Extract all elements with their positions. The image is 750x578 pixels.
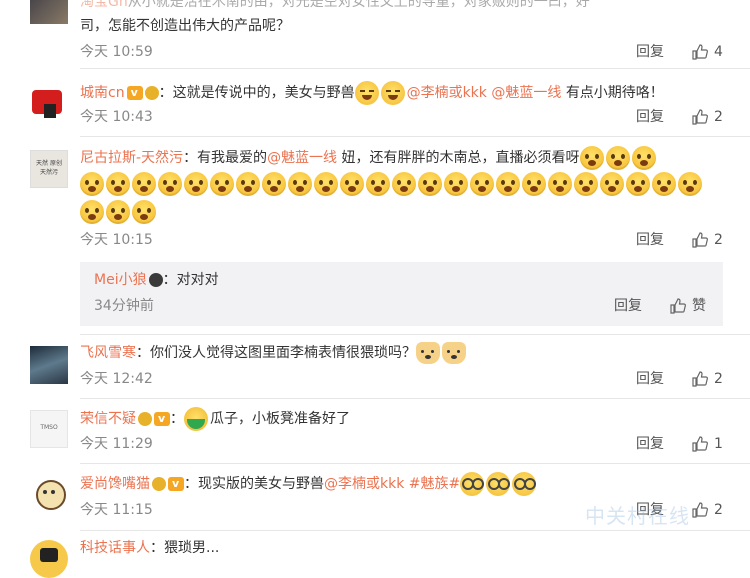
username[interactable]: 科技话事人 bbox=[80, 540, 150, 556]
mention-link[interactable]: @魅蓝一线 bbox=[267, 150, 337, 166]
avatar[interactable] bbox=[30, 0, 68, 24]
like-button[interactable]: 2 bbox=[692, 369, 723, 389]
like-button[interactable]: 2 bbox=[692, 107, 723, 127]
like-button[interactable]: 2 bbox=[692, 230, 723, 250]
mention-link[interactable]: @李楠或kkk bbox=[407, 85, 487, 101]
timestamp: 今天 10:43 bbox=[80, 109, 153, 125]
username[interactable]: 尼古拉斯-天然污 bbox=[80, 150, 183, 166]
divider bbox=[80, 68, 750, 69]
thumbs-up-icon bbox=[692, 232, 708, 248]
laugh-emoji-icon bbox=[354, 81, 379, 105]
timestamp: 今天 12:42 bbox=[80, 371, 153, 387]
divider bbox=[80, 136, 750, 137]
comment-text: 爱尚馋嘴猫：现实版的美女与野兽@李楠或kkk #魅族# bbox=[80, 472, 538, 496]
comment-text: 淘宝Gn从小就是活在木南的由，对光是空对女性又上的导重，对家贩则的一曰，好 bbox=[80, 0, 590, 12]
vip-badge-icon bbox=[126, 83, 143, 103]
medal-badge-icon bbox=[138, 412, 152, 426]
timestamp: 今天 11:29 bbox=[80, 436, 153, 452]
thumbs-up-icon bbox=[692, 502, 708, 518]
topic-link[interactable]: #魅族# bbox=[409, 476, 460, 492]
timestamp: 今天 10:59 bbox=[80, 44, 153, 60]
like-count: 2 bbox=[714, 232, 723, 248]
divider bbox=[80, 463, 750, 464]
like-button[interactable]: 2 bbox=[692, 500, 723, 520]
like-label: 赞 bbox=[692, 298, 706, 314]
reply-button[interactable]: 回复 bbox=[636, 107, 664, 127]
like-button[interactable]: 4 bbox=[692, 42, 723, 62]
comment-text: 荣信不疑：瓜子，小板凳准备好了 bbox=[80, 407, 350, 431]
divider bbox=[80, 334, 750, 335]
face-emoji-icon bbox=[605, 146, 630, 170]
reply-button[interactable]: 回复 bbox=[614, 296, 642, 316]
like-button[interactable]: 赞 bbox=[670, 296, 706, 316]
comment-text: 科技话事人：猥琐男... bbox=[80, 540, 220, 556]
face-emoji-icon bbox=[631, 146, 656, 170]
timestamp: 34分钟前 bbox=[94, 298, 154, 314]
thumbs-up-icon bbox=[692, 109, 708, 125]
thumbs-up-icon bbox=[692, 436, 708, 452]
divider bbox=[80, 398, 750, 399]
username[interactable]: 飞风雪寒 bbox=[80, 345, 136, 361]
medal-badge-icon bbox=[152, 477, 166, 491]
divider bbox=[80, 530, 750, 531]
vip-badge-icon bbox=[168, 474, 184, 494]
mention-link[interactable]: @李楠或kkk bbox=[324, 476, 404, 492]
glasses-emoji-icon bbox=[512, 472, 537, 496]
avatar[interactable] bbox=[30, 82, 68, 120]
face-emoji-icon bbox=[579, 146, 604, 170]
username[interactable]: 爱尚馋嘴猫 bbox=[80, 476, 150, 492]
like-count: 1 bbox=[714, 436, 723, 452]
comment-text: 城南cn：这就是传说中的，美女与野兽@李楠或kkk @魅蓝一线 有点小期待咯！ bbox=[80, 81, 664, 105]
comment-text: Mei小狼 ：对对对 bbox=[94, 272, 219, 288]
avatar[interactable] bbox=[30, 476, 68, 514]
melon-emoji-icon bbox=[184, 407, 208, 431]
mention-link[interactable]: @魅蓝一线 bbox=[491, 85, 561, 101]
medal-badge-icon bbox=[144, 86, 159, 100]
reply-button[interactable]: 回复 bbox=[636, 42, 664, 62]
username[interactable]: 城南cn bbox=[80, 85, 125, 101]
avatar[interactable] bbox=[30, 540, 68, 578]
emoji-row bbox=[80, 172, 704, 196]
avatar[interactable]: 天然 原创 天然污 bbox=[30, 150, 68, 188]
comment-text: 飞风雪寒：你们没人觉得这图里面李楠表情很猥琐吗？ bbox=[80, 342, 468, 364]
avatar[interactable] bbox=[30, 346, 68, 384]
timestamp: 今天 11:15 bbox=[80, 502, 153, 518]
comment-text: 司，怎能不创造出伟大的产品呢？ bbox=[80, 18, 290, 34]
like-count: 4 bbox=[714, 44, 723, 60]
thumbs-up-icon bbox=[692, 44, 708, 60]
timestamp: 今天 10:15 bbox=[80, 232, 153, 248]
glasses-emoji-icon bbox=[460, 472, 485, 496]
laugh-emoji-icon bbox=[380, 81, 405, 105]
avatar[interactable]: TMSO bbox=[30, 410, 68, 448]
like-count: 2 bbox=[714, 502, 723, 518]
username[interactable]: Mei小狼 bbox=[94, 272, 147, 288]
thumbs-up-icon bbox=[692, 371, 708, 387]
reply-button[interactable]: 回复 bbox=[636, 369, 664, 389]
watermark: 中关村在线 bbox=[585, 504, 690, 528]
medal-badge-icon bbox=[148, 273, 163, 287]
reply-button[interactable]: 回复 bbox=[636, 434, 664, 454]
like-button[interactable]: 1 bbox=[692, 434, 723, 454]
comment-text: 尼古拉斯-天然污：有我最爱的@魅蓝一线 妞，还有胖胖的木南总，直播必须看呀 bbox=[80, 146, 658, 170]
username[interactable]: 荣信不疑 bbox=[80, 411, 136, 427]
like-count: 2 bbox=[714, 109, 723, 125]
doge-emoji-icon bbox=[442, 342, 466, 364]
glasses-emoji-icon bbox=[486, 472, 511, 496]
thumbs-up-icon bbox=[670, 298, 686, 314]
sub-reply-box: Mei小狼 ：对对对 34分钟前 回复 赞 bbox=[80, 262, 723, 326]
like-count: 2 bbox=[714, 371, 723, 387]
doge-emoji-icon bbox=[416, 342, 440, 364]
vip-badge-icon bbox=[154, 409, 170, 429]
username[interactable]: 淘宝Gn bbox=[80, 0, 128, 10]
reply-button[interactable]: 回复 bbox=[636, 230, 664, 250]
emoji-row bbox=[80, 200, 158, 224]
